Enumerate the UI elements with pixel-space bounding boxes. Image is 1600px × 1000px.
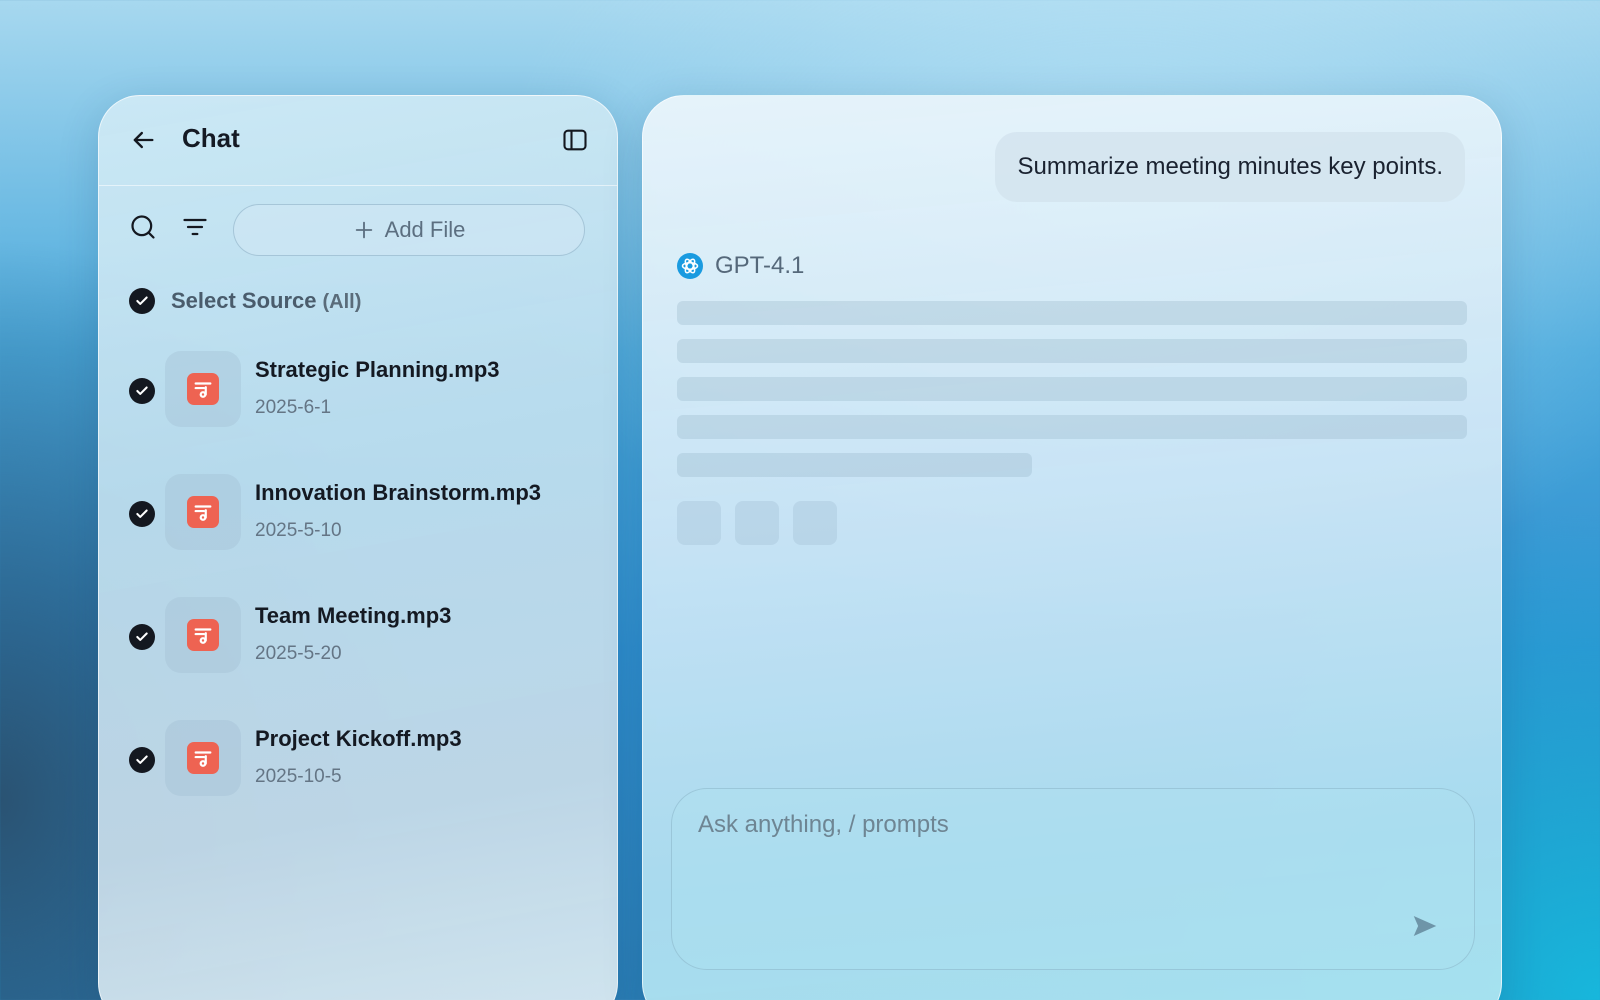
sources-header: Chat	[99, 96, 617, 186]
model-name: GPT-4.1	[715, 252, 805, 279]
file-date: 2025-5-20	[255, 643, 342, 664]
sources-panel: Chat Add File Select Source (All) Strate…	[98, 95, 618, 1000]
select-source-sub: (All)	[322, 291, 362, 313]
file-item[interactable]: Strategic Planning.mp3 2025-6-1	[129, 351, 589, 431]
file-date: 2025-5-10	[255, 520, 342, 541]
loading-action-placeholder	[735, 501, 779, 545]
file-thumbnail	[165, 597, 241, 673]
send-icon[interactable]	[1410, 911, 1440, 941]
file-date: 2025-6-1	[255, 397, 332, 418]
add-file-label: Add File	[384, 217, 466, 242]
loading-action-placeholder	[793, 501, 837, 545]
openai-logo-icon	[677, 253, 703, 279]
file-name: Team Meeting.mp3	[255, 603, 452, 628]
chat-panel: Summarize meeting minutes key points. GP…	[642, 95, 1502, 1000]
loading-skeleton-line	[677, 301, 1467, 325]
file-thumbnail	[165, 351, 241, 427]
user-message-bubble: Summarize meeting minutes key points.	[995, 132, 1465, 202]
loading-action-placeholder	[677, 501, 721, 545]
chat-input[interactable]	[698, 811, 1398, 871]
arrow-left-icon[interactable]	[129, 126, 157, 154]
panel-title: Chat	[182, 123, 240, 153]
audio-file-icon	[187, 496, 219, 528]
add-file-button[interactable]: Add File	[233, 204, 585, 256]
file-date: 2025-10-5	[255, 766, 342, 787]
loading-skeleton-line	[677, 339, 1467, 363]
search-icon[interactable]	[129, 213, 157, 241]
select-source-label: Select Source	[171, 288, 317, 313]
loading-skeleton-line	[677, 377, 1467, 401]
checkbox-checked-icon[interactable]	[129, 747, 155, 773]
sidebar-panel-icon[interactable]	[561, 126, 589, 154]
file-thumbnail	[165, 474, 241, 550]
filter-icon[interactable]	[181, 213, 209, 241]
audio-file-icon	[187, 619, 219, 651]
checkbox-checked-icon[interactable]	[129, 501, 155, 527]
chat-input-box	[671, 788, 1475, 970]
model-header: GPT-4.1	[677, 252, 804, 280]
loading-skeleton-line	[677, 415, 1467, 439]
plus-icon	[355, 221, 372, 239]
checkbox-checked-icon[interactable]	[129, 624, 155, 650]
file-name: Innovation Brainstorm.mp3	[255, 480, 542, 505]
loading-skeleton-line	[677, 453, 1032, 477]
file-name: Project Kickoff.mp3	[255, 726, 462, 751]
file-name: Strategic Planning.mp3	[255, 357, 500, 382]
audio-file-icon	[187, 742, 219, 774]
file-thumbnail	[165, 720, 241, 796]
file-item[interactable]: Project Kickoff.mp3 2025-10-5	[129, 720, 589, 800]
audio-file-icon	[187, 373, 219, 405]
checkbox-checked-icon[interactable]	[129, 378, 155, 404]
checkbox-checked-icon[interactable]	[129, 288, 155, 314]
file-item[interactable]: Team Meeting.mp3 2025-5-20	[129, 597, 589, 677]
select-all-sources[interactable]: Select Source (All)	[129, 288, 361, 314]
file-item[interactable]: Innovation Brainstorm.mp3 2025-5-10	[129, 474, 589, 554]
